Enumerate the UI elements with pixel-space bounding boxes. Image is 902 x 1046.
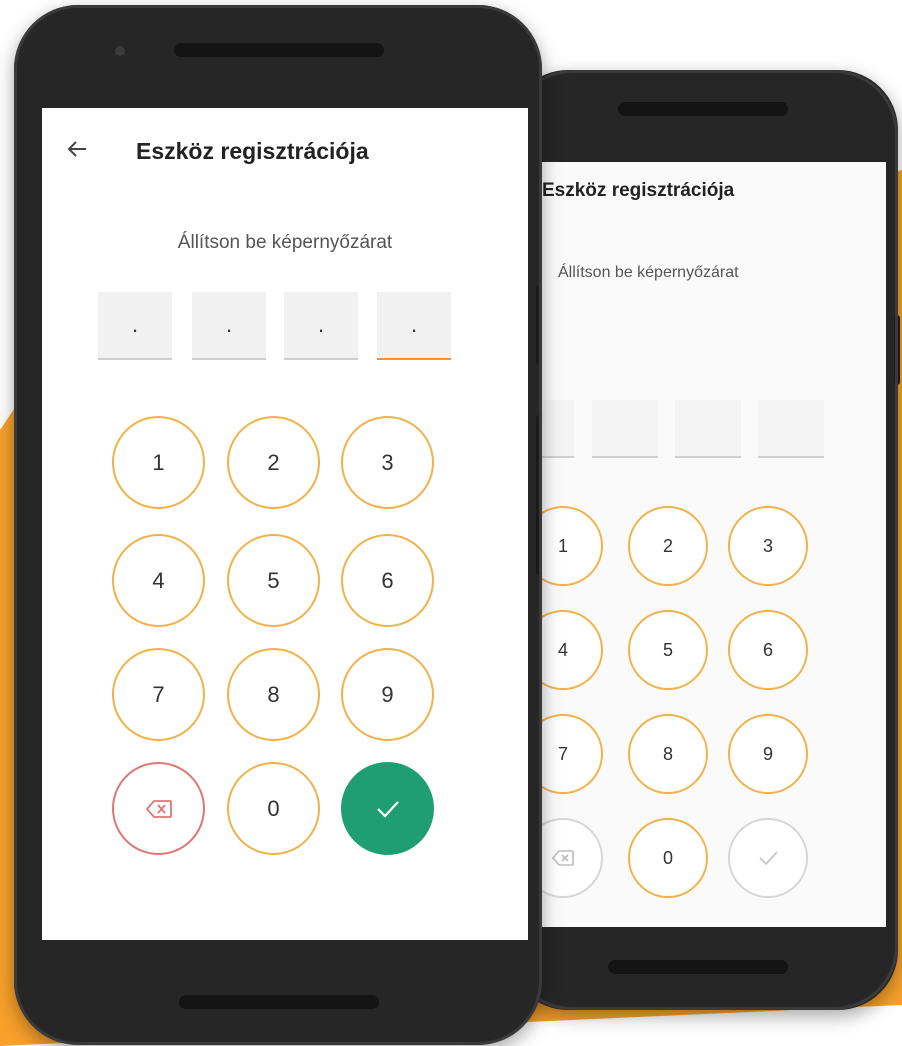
keypad-key-9[interactable]: 9	[341, 648, 434, 741]
keypad-key-6[interactable]: 6	[341, 534, 434, 627]
keypad-key-6[interactable]: 6	[728, 610, 808, 690]
pin-slot[interactable]: .	[192, 292, 266, 360]
speaker-grille	[618, 102, 788, 116]
keypad-key-2[interactable]: 2	[628, 506, 708, 586]
pin-slot[interactable]: .	[98, 292, 172, 360]
speaker-grille	[179, 995, 379, 1009]
pin-slot[interactable]: .	[284, 292, 358, 360]
side-button	[536, 415, 542, 575]
delete-button[interactable]	[112, 762, 205, 855]
pin-instruction: Állítson be képernyőzárat	[558, 264, 739, 281]
pin-slot[interactable]	[592, 400, 658, 458]
side-button	[894, 315, 900, 385]
backspace-icon	[145, 799, 172, 818]
front-phone: Eszköz regisztrációja Állítson be képern…	[14, 5, 542, 1045]
confirm-button[interactable]	[341, 762, 434, 855]
pin-slot[interactable]	[675, 400, 741, 458]
confirm-button[interactable]	[728, 818, 808, 898]
arrow-left-icon[interactable]	[64, 136, 90, 162]
keypad-key-8[interactable]: 8	[227, 648, 320, 741]
speaker-grille	[174, 43, 384, 57]
side-button	[536, 285, 542, 365]
keypad-key-4[interactable]: 4	[112, 534, 205, 627]
keypad-key-2[interactable]: 2	[227, 416, 320, 509]
keypad-key-9[interactable]: 9	[728, 714, 808, 794]
camera-icon	[115, 46, 125, 56]
speaker-grille	[608, 960, 788, 974]
keypad-key-5[interactable]: 5	[628, 610, 708, 690]
keypad-key-3[interactable]: 3	[728, 506, 808, 586]
pin-instruction: Állítson be képernyőzárat	[177, 232, 393, 253]
keypad-key-3[interactable]: 3	[341, 416, 434, 509]
checkmark-icon	[759, 851, 778, 866]
backspace-icon	[552, 850, 574, 866]
keypad-key-0[interactable]: 0	[227, 762, 320, 855]
page-title: Eszköz regisztrációja	[542, 180, 735, 201]
back-phone-screen: Eszköz regisztrációja Állítson be képern…	[528, 162, 886, 927]
checkmark-icon	[376, 800, 399, 818]
pin-slot[interactable]	[758, 400, 824, 458]
pin-slot-active[interactable]: .	[377, 292, 451, 360]
front-phone-screen: Eszköz regisztrációja Állítson be képern…	[42, 108, 528, 940]
keypad-key-5[interactable]: 5	[227, 534, 320, 627]
keypad-key-0[interactable]: 0	[628, 818, 708, 898]
back-phone: Eszköz regisztrációja Állítson be képern…	[508, 70, 900, 1010]
keypad-key-8[interactable]: 8	[628, 714, 708, 794]
keypad-key-1[interactable]: 1	[112, 416, 205, 509]
page-title: Eszköz regisztrációja	[136, 138, 369, 164]
keypad-key-7[interactable]: 7	[112, 648, 205, 741]
